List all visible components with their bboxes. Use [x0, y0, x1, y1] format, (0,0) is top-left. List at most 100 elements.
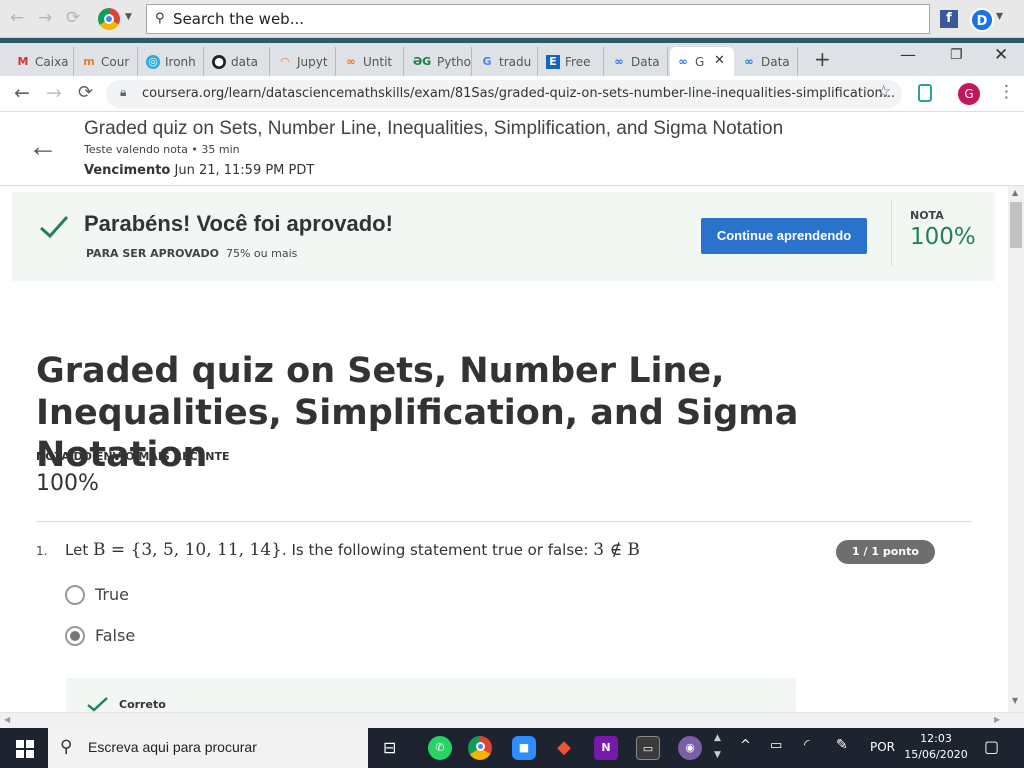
quiz-meta: Teste valendo nota • 35 min — [84, 143, 240, 156]
onenote-icon[interactable]: N — [594, 736, 618, 760]
taskbar-scroll-icon[interactable]: ▲ ▼ — [714, 730, 721, 764]
dropdown-caret-icon[interactable]: ▼ — [125, 12, 132, 22]
terminal-icon[interactable]: ▭ — [636, 736, 660, 760]
check-icon — [87, 697, 108, 712]
scroll-left-icon[interactable]: ◀ — [4, 715, 10, 724]
windows-start-icon[interactable] — [16, 740, 34, 758]
zoom-icon[interactable]: ■ — [512, 736, 536, 760]
ironhack-icon: ◎ — [146, 54, 160, 69]
option-true-radio[interactable] — [65, 585, 85, 605]
dg-icon: ƏG — [412, 54, 432, 68]
extension-icon[interactable] — [918, 84, 932, 102]
points-badge: 1 / 1 ponto — [836, 540, 935, 564]
scroll-up-icon[interactable]: ▲ — [1012, 188, 1018, 197]
grade-label: NOTA — [910, 209, 944, 222]
search-icon: ⚲ — [60, 737, 73, 756]
divider — [36, 521, 972, 522]
set-expression: B = {3, 5, 10, 11, 14} — [92, 540, 282, 560]
tab-strip: M Caixa m Cour ◎ Ironh ● data ◠ Jupyt ∞ Untit … — [0, 43, 1024, 76]
tab-ironhack[interactable]: ◎ Ironh — [140, 47, 204, 76]
recent-grade-value: 100% — [36, 471, 99, 496]
tab-free[interactable]: E Free — [540, 47, 604, 76]
reload-icon[interactable]: ⟳ — [66, 8, 80, 28]
whatsapp-icon[interactable]: ✆ — [428, 736, 452, 760]
tray-chevron-icon[interactable]: ^ — [740, 738, 751, 753]
question-number: 1. — [36, 544, 48, 558]
tab-coursera[interactable]: m Cour — [76, 47, 138, 76]
github-icon: ● — [212, 54, 226, 69]
horizontal-scrollbar[interactable]: ◀ ▶ — [0, 712, 1024, 728]
option-true-label[interactable]: True — [95, 585, 129, 604]
back-arrow-icon[interactable]: ← — [14, 82, 30, 104]
scrollbar-thumb[interactable] — [1010, 202, 1022, 248]
tab-python[interactable]: ƏG Pytho — [406, 47, 472, 76]
battery-icon[interactable]: ▭ — [770, 738, 782, 753]
top-toolbar: ← → ⟳ ▼ ⚲ Search the web... f D ▾ — [0, 0, 1024, 38]
purple-app-icon[interactable]: ◉ — [678, 736, 702, 760]
scroll-right-icon[interactable]: ▶ — [994, 715, 1000, 724]
tab-google-translate[interactable]: Gtradu — [474, 47, 538, 76]
url-bar[interactable]: 🔒︎ coursera.org/learn/datasciencemathski… — [106, 80, 902, 108]
menu-caret-icon[interactable]: ▾ — [996, 8, 1003, 24]
pen-icon[interactable]: ✎ — [836, 737, 848, 753]
option-false-label[interactable]: False — [95, 626, 135, 645]
new-tab-plus-icon[interactable]: + — [814, 47, 831, 71]
pass-requirement: PARA SER APROVADO 75% ou mais — [86, 247, 298, 260]
browser-menu-icon[interactable]: ⋮ — [998, 82, 1015, 102]
language-indicator[interactable]: POR — [870, 740, 895, 754]
star-icon[interactable]: ☆ — [876, 82, 891, 102]
statement-expression: 3 ∉ B — [593, 540, 640, 560]
jupyter-icon: ◠ — [280, 54, 290, 68]
google-icon: G — [482, 54, 492, 68]
minimize-icon[interactable]: — — [900, 45, 916, 64]
address-row: ← → ⟳ 🔒︎ coursera.org/learn/datasciencem… — [0, 76, 1024, 112]
continue-learning-button[interactable]: Continue aprendendo — [701, 218, 867, 254]
tab-gmail[interactable]: M Caixa — [10, 47, 74, 76]
course-header: ← Graded quiz on Sets, Number Line, Ineq… — [0, 112, 1024, 186]
tab-jupyter[interactable]: ◠ Jupyt — [272, 47, 336, 76]
colab-icon: ∞ — [678, 54, 688, 68]
grade-value: 100% — [910, 224, 976, 250]
restore-icon[interactable]: ❐ — [950, 47, 963, 63]
extension-d-icon[interactable]: D — [970, 8, 994, 32]
reload-icon[interactable]: ⟳ — [78, 82, 93, 103]
back-arrow-icon[interactable]: ← — [28, 130, 58, 164]
wifi-icon[interactable]: ◜ — [804, 737, 809, 753]
tab-close-icon[interactable]: ✕ — [714, 53, 725, 68]
check-icon — [40, 215, 69, 239]
scroll-down-icon[interactable]: ▼ — [1012, 696, 1018, 705]
tab-github[interactable]: ● data — [206, 47, 270, 76]
chrome-icon[interactable] — [98, 8, 120, 30]
e-icon: E — [546, 54, 560, 69]
tab-colab-data-1[interactable]: ∞ Data — [606, 47, 668, 76]
forward-arrow-icon[interactable]: → — [38, 8, 52, 28]
back-arrow-icon[interactable]: ← — [10, 8, 24, 28]
tab-colab-untitled[interactable]: ∞ Untit — [338, 47, 404, 76]
tab-colab-data-2[interactable]: ∞ Data — [736, 47, 798, 76]
notifications-icon[interactable]: ▢ — [984, 737, 999, 756]
question-text: Let B = {3, 5, 10, 11, 14}. Is the follo… — [65, 540, 640, 560]
banner-divider — [891, 200, 892, 266]
vertical-scrollbar[interactable]: ▲ ▼ — [1008, 186, 1024, 712]
forward-arrow-icon[interactable]: → — [46, 82, 62, 104]
tab-active[interactable]: ∞ G ✕ — [670, 47, 734, 76]
facebook-icon[interactable]: f — [940, 10, 958, 28]
profile-avatar[interactable]: G — [958, 83, 980, 105]
colab-icon: ∞ — [744, 54, 754, 68]
task-view-icon[interactable]: ⊟ — [383, 738, 396, 757]
feedback-label: Correto — [119, 698, 166, 711]
option-false-radio[interactable] — [65, 626, 85, 646]
page-title: Graded quiz on Sets, Number Line, Inequa… — [84, 118, 784, 139]
gmail-icon: M — [17, 54, 29, 68]
search-icon: ⚲ — [155, 11, 165, 26]
taskbar-search-input[interactable]: ⚲ Escreva aqui para procurar — [48, 728, 368, 768]
colab-icon: ∞ — [614, 54, 624, 68]
windows-taskbar: ⚲ Escreva aqui para procurar ⊟ ✆ ■ ◆ N ▭… — [0, 728, 1024, 768]
coursera-icon: m — [83, 54, 95, 68]
clock[interactable]: 12:03 15/06/2020 — [904, 731, 968, 763]
recent-grade-label: NOTA DO ENVIO MAIS RECENTE — [36, 450, 230, 463]
chrome-taskbar-icon[interactable] — [468, 736, 492, 760]
git-icon[interactable]: ◆ — [552, 736, 576, 760]
window-close-icon[interactable]: ✕ — [994, 45, 1008, 65]
web-search-input[interactable]: ⚲ Search the web... — [146, 4, 930, 34]
